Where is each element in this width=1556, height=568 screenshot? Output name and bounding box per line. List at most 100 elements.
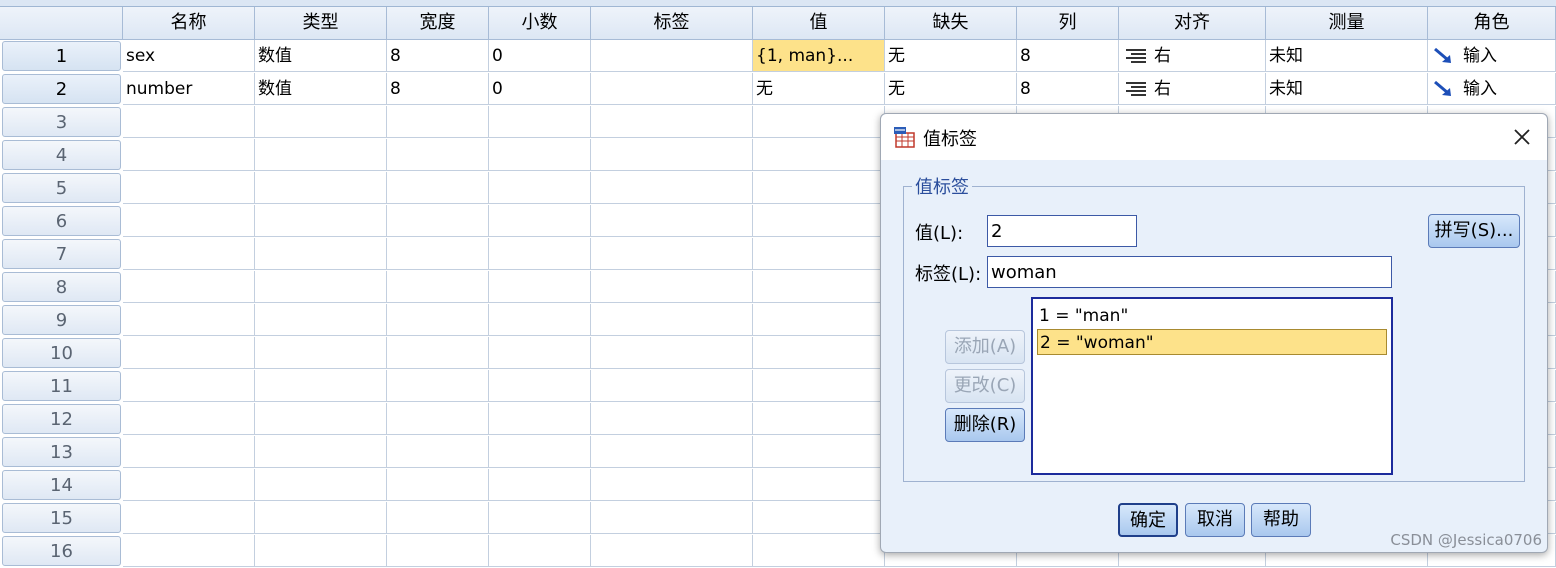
grid-cell[interactable] bbox=[387, 502, 489, 534]
close-icon[interactable] bbox=[1509, 124, 1535, 150]
row-header[interactable]: 7 bbox=[2, 239, 121, 269]
cell-width[interactable]: 8 bbox=[387, 73, 489, 105]
grid-cell[interactable] bbox=[123, 304, 255, 336]
grid-cell[interactable] bbox=[753, 139, 885, 171]
row-header[interactable]: 9 bbox=[2, 305, 121, 335]
grid-cell[interactable] bbox=[489, 337, 591, 369]
grid-cell[interactable] bbox=[123, 469, 255, 501]
cell-measure[interactable]: 未知 bbox=[1266, 40, 1428, 72]
grid-cell[interactable] bbox=[123, 535, 255, 567]
cell-values[interactable]: 无 bbox=[753, 73, 885, 105]
grid-cell[interactable] bbox=[387, 535, 489, 567]
grid-cell[interactable] bbox=[387, 106, 489, 138]
col-header-align[interactable]: 对齐 bbox=[1119, 7, 1266, 40]
row-header[interactable]: 2 bbox=[2, 74, 121, 104]
grid-cell[interactable] bbox=[591, 370, 753, 402]
cell-label[interactable] bbox=[591, 73, 753, 105]
cell-measure[interactable]: 未知 bbox=[1266, 73, 1428, 105]
cell-type[interactable]: 数值 bbox=[255, 40, 387, 72]
grid-cell[interactable] bbox=[255, 502, 387, 534]
col-header-columns[interactable]: 列 bbox=[1017, 7, 1119, 40]
grid-cell[interactable] bbox=[591, 436, 753, 468]
cell-label[interactable] bbox=[591, 40, 753, 72]
cell-columns[interactable]: 8 bbox=[1017, 40, 1119, 72]
grid-cell[interactable] bbox=[255, 304, 387, 336]
grid-cell[interactable] bbox=[123, 370, 255, 402]
cell-align[interactable]: 右 bbox=[1119, 40, 1266, 72]
grid-cell[interactable] bbox=[387, 337, 489, 369]
grid-cell[interactable] bbox=[591, 172, 753, 204]
grid-cell[interactable] bbox=[123, 271, 255, 303]
cell-type[interactable]: 数值 bbox=[255, 73, 387, 105]
col-header-label[interactable]: 标签 bbox=[591, 7, 753, 40]
grid-cell[interactable] bbox=[255, 238, 387, 270]
grid-cell[interactable] bbox=[255, 271, 387, 303]
grid-cell[interactable] bbox=[489, 172, 591, 204]
row-header[interactable]: 14 bbox=[2, 470, 121, 500]
grid-cell[interactable] bbox=[387, 370, 489, 402]
col-header-values[interactable]: 值 bbox=[753, 7, 885, 40]
grid-cell[interactable] bbox=[255, 370, 387, 402]
grid-cell[interactable] bbox=[591, 139, 753, 171]
value-input[interactable] bbox=[987, 215, 1137, 247]
grid-cell[interactable] bbox=[753, 205, 885, 237]
grid-cell[interactable] bbox=[123, 205, 255, 237]
grid-cell[interactable] bbox=[753, 535, 885, 567]
grid-cell[interactable] bbox=[387, 238, 489, 270]
grid-cell[interactable] bbox=[753, 502, 885, 534]
grid-cell[interactable] bbox=[591, 535, 753, 567]
corner-cell[interactable] bbox=[0, 7, 123, 40]
grid-cell[interactable] bbox=[753, 370, 885, 402]
grid-cell[interactable] bbox=[123, 106, 255, 138]
row-header[interactable]: 11 bbox=[2, 371, 121, 401]
value-label-list[interactable]: 1 = "man" 2 = "woman" bbox=[1031, 297, 1393, 475]
grid-cell[interactable] bbox=[387, 205, 489, 237]
row-header[interactable]: 1 bbox=[2, 41, 121, 71]
cell-missing[interactable]: 无 bbox=[885, 40, 1017, 72]
grid-cell[interactable] bbox=[489, 271, 591, 303]
grid-cell[interactable] bbox=[123, 436, 255, 468]
grid-cell[interactable] bbox=[387, 139, 489, 171]
cell-values[interactable]: {1, man}... bbox=[753, 40, 885, 72]
spell-button[interactable]: 拼写(S)... bbox=[1428, 214, 1520, 248]
col-header-type[interactable]: 类型 bbox=[255, 7, 387, 40]
grid-cell[interactable] bbox=[255, 535, 387, 567]
grid-cell[interactable] bbox=[753, 238, 885, 270]
grid-cell[interactable] bbox=[591, 106, 753, 138]
grid-cell[interactable] bbox=[591, 304, 753, 336]
grid-cell[interactable] bbox=[255, 403, 387, 435]
grid-cell[interactable] bbox=[489, 403, 591, 435]
grid-cell[interactable] bbox=[489, 535, 591, 567]
delete-button[interactable]: 删除(R) bbox=[945, 408, 1025, 442]
grid-cell[interactable] bbox=[753, 337, 885, 369]
grid-cell[interactable] bbox=[489, 304, 591, 336]
grid-cell[interactable] bbox=[387, 304, 489, 336]
col-header-width[interactable]: 宽度 bbox=[387, 7, 489, 40]
grid-cell[interactable] bbox=[123, 172, 255, 204]
row-header[interactable]: 16 bbox=[2, 536, 121, 566]
grid-cell[interactable] bbox=[489, 370, 591, 402]
grid-cell[interactable] bbox=[387, 271, 489, 303]
grid-cell[interactable] bbox=[489, 238, 591, 270]
help-button[interactable]: 帮助 bbox=[1251, 503, 1311, 537]
cell-missing[interactable]: 无 bbox=[885, 73, 1017, 105]
row-header[interactable]: 10 bbox=[2, 338, 121, 368]
grid-cell[interactable] bbox=[591, 502, 753, 534]
grid-cell[interactable] bbox=[591, 337, 753, 369]
grid-cell[interactable] bbox=[753, 271, 885, 303]
col-header-missing[interactable]: 缺失 bbox=[885, 7, 1017, 40]
grid-cell[interactable] bbox=[753, 304, 885, 336]
grid-cell[interactable] bbox=[591, 469, 753, 501]
grid-cell[interactable] bbox=[591, 238, 753, 270]
row-header[interactable]: 13 bbox=[2, 437, 121, 467]
grid-cell[interactable] bbox=[255, 172, 387, 204]
grid-cell[interactable] bbox=[753, 106, 885, 138]
change-button[interactable]: 更改(C) bbox=[945, 369, 1025, 403]
row-header[interactable]: 6 bbox=[2, 206, 121, 236]
label-input[interactable] bbox=[987, 256, 1392, 288]
grid-cell[interactable] bbox=[489, 205, 591, 237]
row-header[interactable]: 4 bbox=[2, 140, 121, 170]
col-header-measure[interactable]: 测量 bbox=[1266, 7, 1428, 40]
row-header[interactable]: 12 bbox=[2, 404, 121, 434]
row-header[interactable]: 15 bbox=[2, 503, 121, 533]
